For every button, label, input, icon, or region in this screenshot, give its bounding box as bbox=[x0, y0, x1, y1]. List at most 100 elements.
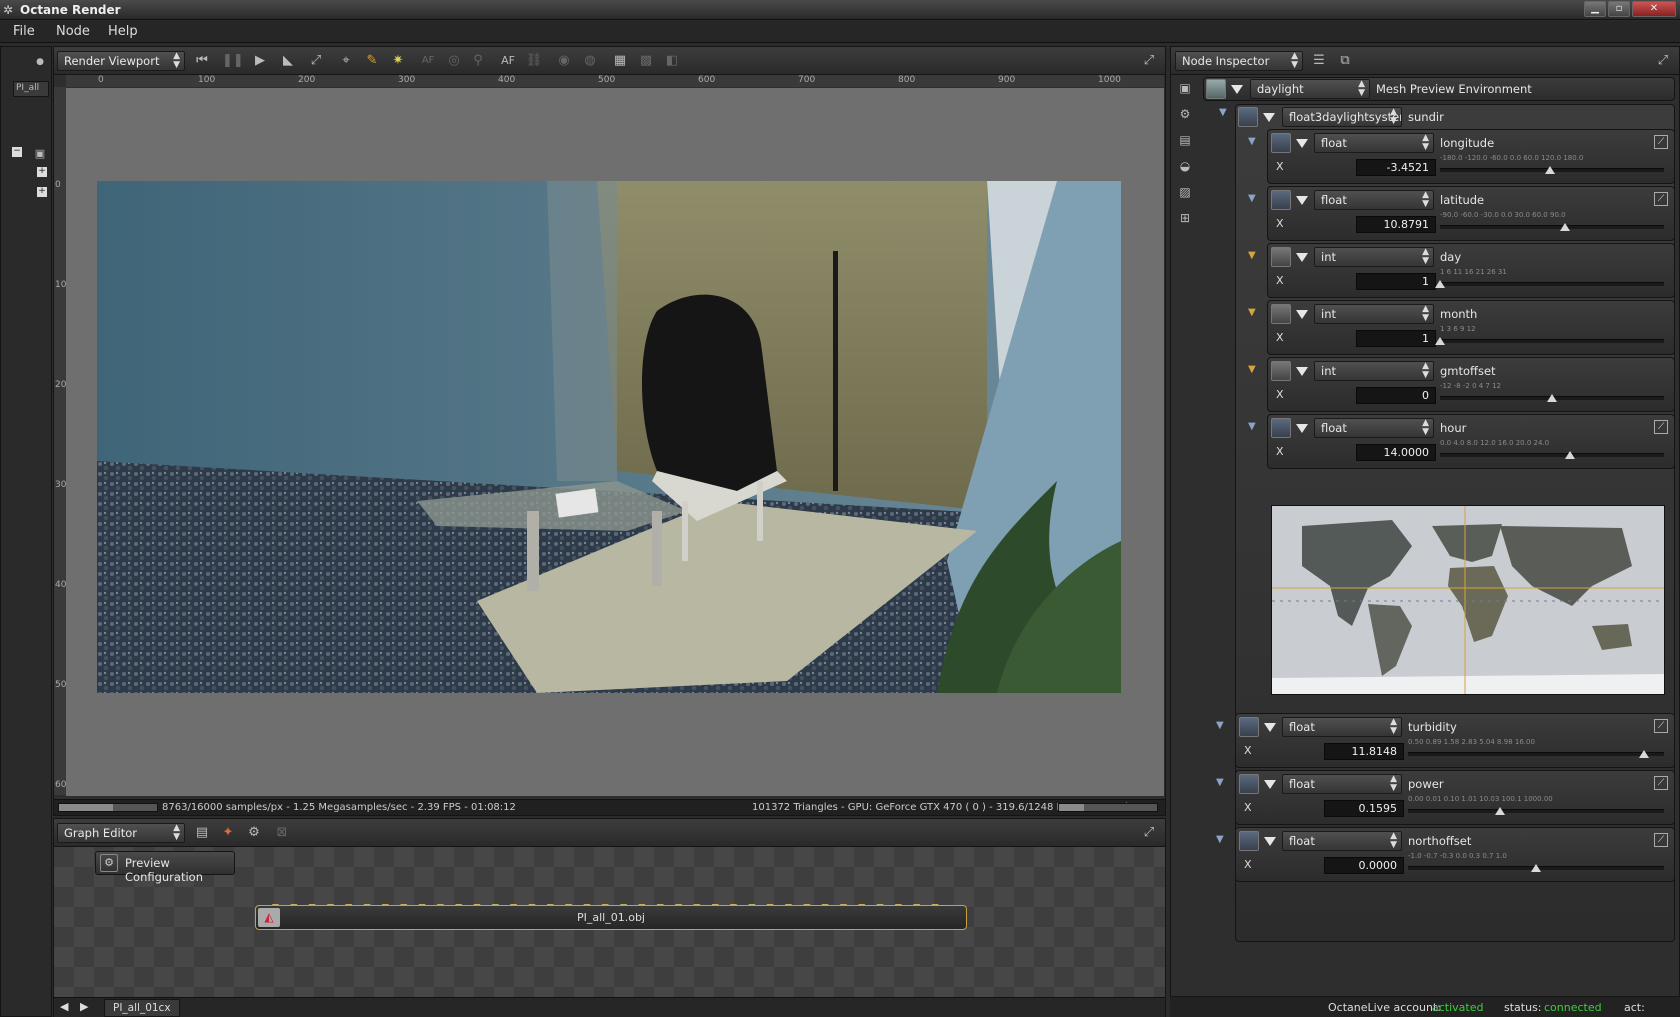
edit-curve-icon[interactable]: ⟋ bbox=[1654, 420, 1668, 434]
float-node-icon[interactable] bbox=[1271, 418, 1291, 438]
camera-settings-icon[interactable]: ⚙ bbox=[1176, 105, 1194, 123]
arrange-icon[interactable]: ⚙ bbox=[244, 823, 264, 843]
int-node-icon[interactable] bbox=[1271, 361, 1291, 381]
expand-triangle-icon[interactable] bbox=[1296, 253, 1308, 262]
mesh-node[interactable]: ◭ PI_all_01.obj bbox=[255, 905, 967, 930]
param-type-select[interactable]: int ▲ ▼ bbox=[1314, 247, 1434, 267]
pick-material-icon[interactable]: ✎ bbox=[362, 51, 382, 71]
menu-file[interactable]: File bbox=[13, 24, 35, 39]
expand-all-icon[interactable]: ⧉ bbox=[1335, 51, 1355, 71]
param-value-input[interactable]: 1 bbox=[1356, 273, 1436, 290]
menu-help[interactable]: Help bbox=[108, 24, 138, 39]
tree-collapse-icon[interactable]: ▼ bbox=[1248, 136, 1256, 147]
tree-collapse-icon[interactable]: ▼ bbox=[1248, 193, 1256, 204]
param-slider[interactable]: 0.0 4.0 8.0 12.0 16.0 20.0 24.0 bbox=[1440, 439, 1664, 463]
param-type-select[interactable]: float ▲ ▼ bbox=[1282, 717, 1402, 737]
grid-icon[interactable]: ▦ bbox=[610, 51, 630, 71]
alpha-icon[interactable]: ◧ bbox=[662, 51, 682, 71]
float-node-icon[interactable] bbox=[1271, 133, 1291, 153]
edit-curve-icon[interactable]: ⟋ bbox=[1654, 833, 1668, 847]
param-value-input[interactable]: 0 bbox=[1356, 387, 1436, 404]
collapse-all-icon[interactable]: ☰ bbox=[1309, 51, 1329, 71]
environment-node-icon[interactable] bbox=[1206, 79, 1226, 99]
edit-curve-icon[interactable]: ⟋ bbox=[1654, 192, 1668, 206]
graph-mode-select[interactable]: Graph Editor ▲ ▼ bbox=[57, 823, 185, 843]
edit-curve-icon[interactable]: ⟋ bbox=[1654, 776, 1668, 790]
float3-node-icon[interactable] bbox=[1238, 107, 1258, 127]
param-slider[interactable]: 1 6 11 16 21 26 31 bbox=[1435, 268, 1664, 292]
tree-collapse-icon[interactable]: ▼ bbox=[1248, 307, 1256, 318]
autofocus-dim-icon[interactable]: AF bbox=[418, 51, 438, 71]
param-slider[interactable]: 0.00 0.01 0.10 1.01 10.03 100.1 1000.00 bbox=[1408, 795, 1664, 819]
picture-icon[interactable]: ▨ bbox=[1176, 183, 1194, 201]
tree-collapse-icon[interactable]: ▼ bbox=[1219, 107, 1227, 118]
param-slider[interactable]: 1 3 6 9 12 bbox=[1435, 325, 1664, 349]
expand-triangle-icon[interactable] bbox=[1231, 85, 1243, 94]
maximize-button[interactable]: ▫ bbox=[1608, 1, 1630, 17]
expand-triangle-icon[interactable] bbox=[1263, 113, 1275, 122]
pick-focus-icon[interactable]: ⌖ bbox=[336, 51, 356, 71]
outliner-tab[interactable]: PI_all bbox=[13, 81, 49, 97]
float-node-icon[interactable] bbox=[1239, 831, 1259, 851]
float-node-icon[interactable] bbox=[1239, 774, 1259, 794]
expand-triangle-icon[interactable] bbox=[1296, 367, 1308, 376]
texture-icon[interactable]: ⊞ bbox=[1176, 209, 1194, 227]
tree-collapse-icon[interactable]: ▼ bbox=[1216, 777, 1224, 788]
expand-triangle-icon[interactable] bbox=[1296, 310, 1308, 319]
param-slider[interactable]: -90.0 -60.0 -30.0 0.0 30.0 60.0 90.0 bbox=[1440, 211, 1664, 235]
pick-light-icon[interactable]: ✷ bbox=[388, 51, 408, 71]
camera-icon[interactable]: ▣ bbox=[31, 145, 49, 163]
fullscreen-icon[interactable]: ⤢ bbox=[1139, 51, 1159, 71]
refocus-icon[interactable]: ◎ bbox=[444, 51, 464, 71]
new-graph-icon[interactable]: ▤ bbox=[192, 823, 212, 843]
preview-configuration-button[interactable]: ⚙ Preview Configuration bbox=[95, 851, 235, 884]
param-type-select[interactable]: float ▲ ▼ bbox=[1314, 133, 1434, 153]
pause-icon[interactable]: ❚❚ bbox=[222, 51, 244, 71]
rewind-icon[interactable]: ⏮ bbox=[192, 51, 212, 71]
fullscreen-icon[interactable]: ⤢ bbox=[1139, 823, 1159, 843]
tree-collapse-icon[interactable]: ▼ bbox=[1216, 834, 1224, 845]
int-node-icon[interactable] bbox=[1271, 304, 1291, 324]
add-node-icon[interactable]: ✦ bbox=[218, 823, 238, 843]
param-type-select[interactable]: int ▲ ▼ bbox=[1314, 304, 1434, 324]
play-icon[interactable]: ▶ bbox=[250, 51, 270, 71]
sphere2-icon[interactable]: ◍ bbox=[580, 51, 600, 71]
delete-icon[interactable]: ⊠ bbox=[272, 823, 292, 843]
sun-position-world-map[interactable] bbox=[1271, 505, 1665, 695]
param-type-select[interactable]: float ▲ ▼ bbox=[1314, 190, 1434, 210]
param-slider[interactable]: -180.0 -120.0 -60.0 0.0 60.0 120.0 180.0 bbox=[1440, 154, 1664, 178]
expand-triangle-icon[interactable] bbox=[1296, 196, 1308, 205]
param-value-input[interactable]: 1 bbox=[1356, 330, 1436, 347]
expand-triangle-icon[interactable] bbox=[1296, 139, 1308, 148]
tree-collapse-icon[interactable]: ▼ bbox=[1248, 421, 1256, 432]
expand-triangle-icon[interactable] bbox=[1296, 424, 1308, 433]
minimize-button[interactable]: ▁ bbox=[1584, 1, 1606, 17]
expand-icon[interactable]: + bbox=[37, 187, 47, 197]
param-type-select[interactable]: float ▲ ▼ bbox=[1314, 418, 1434, 438]
film-icon[interactable]: ▤ bbox=[1176, 131, 1194, 149]
close-button[interactable]: ✕ bbox=[1632, 1, 1676, 17]
link-icon[interactable]: ⛓ bbox=[524, 51, 544, 71]
collapse-icon[interactable]: − bbox=[12, 147, 22, 157]
param-value-input[interactable]: 0.1595 bbox=[1324, 800, 1404, 817]
region-icon[interactable]: ⤢ bbox=[306, 51, 326, 71]
param-value-input[interactable]: -3.4521 bbox=[1356, 159, 1436, 176]
autofocus-button[interactable]: AF bbox=[498, 51, 518, 71]
graph-tab[interactable]: PI_all_01cx bbox=[104, 999, 180, 1017]
ruler-icon[interactable]: ◣ bbox=[278, 51, 298, 71]
edit-curve-icon[interactable]: ⟋ bbox=[1654, 719, 1668, 733]
int-node-icon[interactable] bbox=[1271, 247, 1291, 267]
pick-white-icon[interactable]: ⚲ bbox=[468, 51, 488, 71]
expand-icon[interactable]: + bbox=[37, 167, 47, 177]
daylight-type-select[interactable]: daylight ▲ ▼ bbox=[1250, 79, 1370, 99]
tree-collapse-icon[interactable]: ▼ bbox=[1248, 364, 1256, 375]
expand-triangle-icon[interactable] bbox=[1264, 780, 1276, 789]
param-slider[interactable]: -12 -8 -2 0 4 7 12 bbox=[1440, 382, 1664, 406]
param-type-select[interactable]: float ▲ ▼ bbox=[1282, 774, 1402, 794]
viewport-mode-select[interactable]: Render Viewport ▲ ▼ bbox=[57, 51, 185, 71]
float-node-icon[interactable] bbox=[1271, 190, 1291, 210]
param-type-select[interactable]: float ▲ ▼ bbox=[1282, 831, 1402, 851]
inspector-mode-select[interactable]: Node Inspector ▲ ▼ bbox=[1175, 51, 1303, 71]
edit-curve-icon[interactable]: ⟋ bbox=[1654, 135, 1668, 149]
param-value-input[interactable]: 10.8791 bbox=[1356, 216, 1436, 233]
